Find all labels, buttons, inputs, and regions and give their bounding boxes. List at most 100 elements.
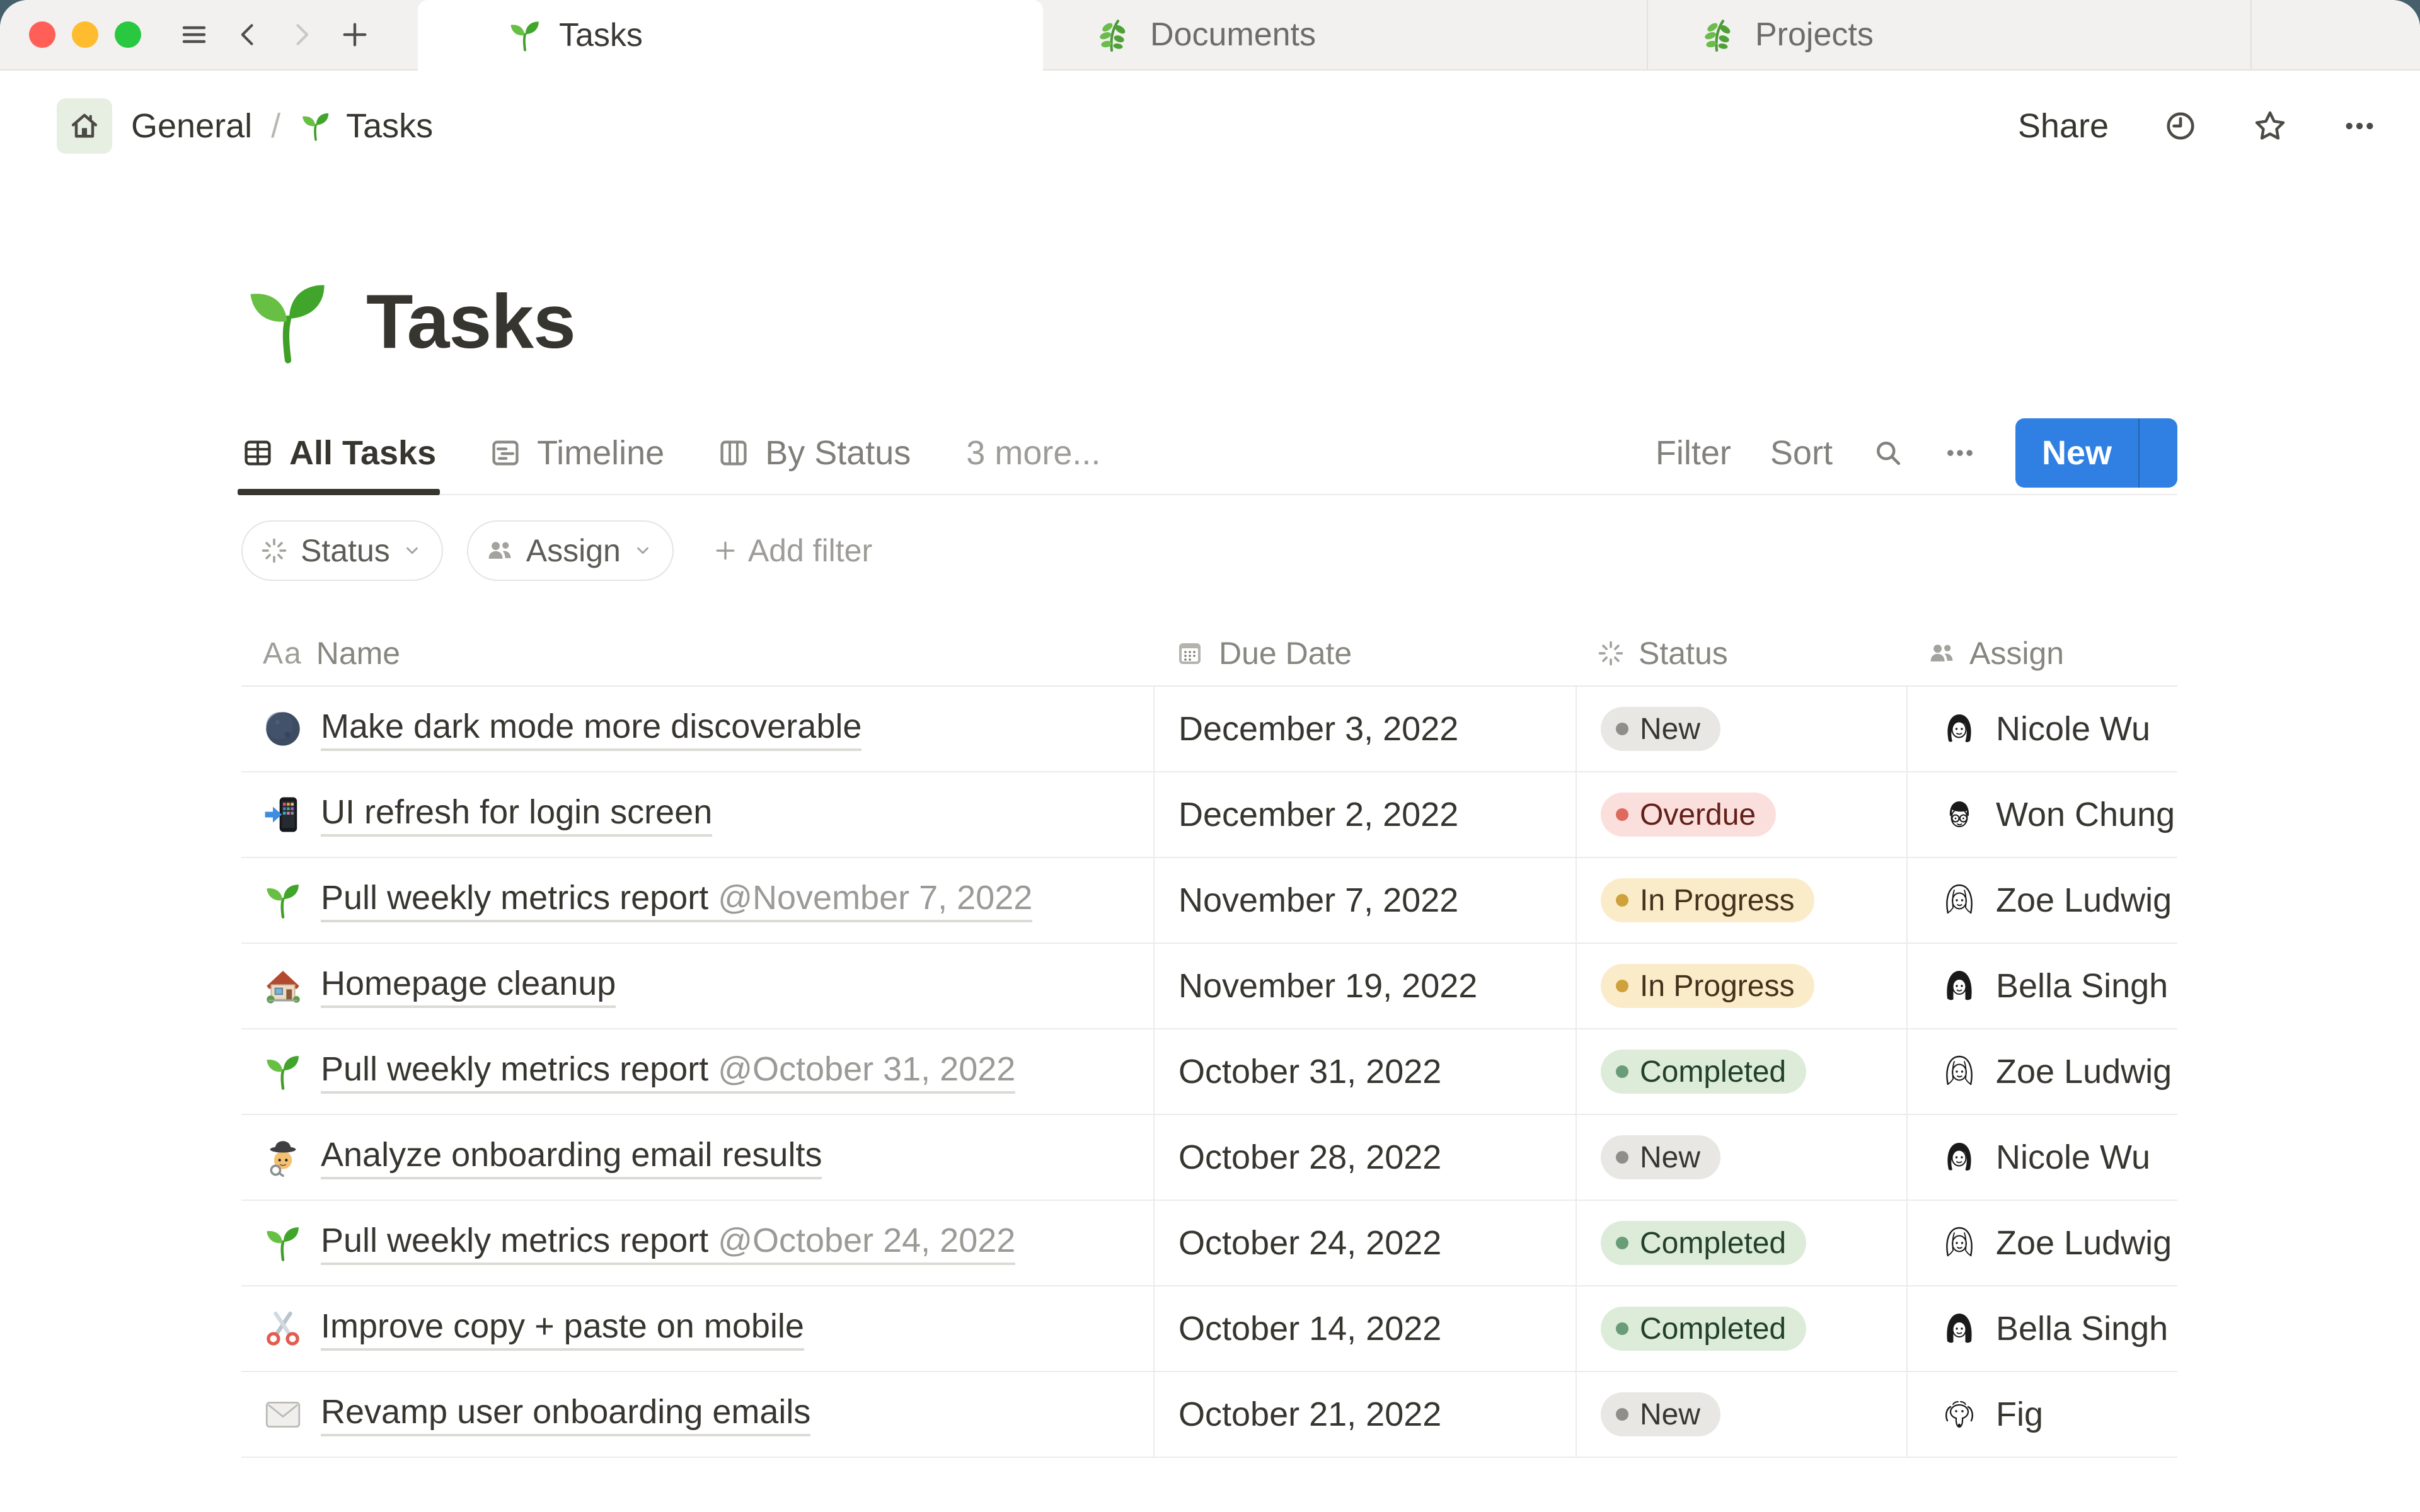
table-row[interactable]: UI refresh for login screen December 2, 2…: [241, 772, 2177, 858]
assignee-cell[interactable]: Zoe Ludwig: [1906, 1201, 2177, 1285]
sidebar-toggle-icon[interactable]: [179, 20, 209, 50]
breadcrumb-item-tasks[interactable]: Tasks: [299, 106, 433, 146]
task-title-link[interactable]: Homepage cleanup: [321, 964, 616, 1008]
assignee-cell[interactable]: Nicole Wu: [1906, 687, 2177, 771]
close-window-button[interactable]: [29, 21, 55, 48]
window-tab-tasks[interactable]: Tasks: [418, 0, 1043, 71]
status-badge[interactable]: New: [1601, 1135, 1721, 1179]
task-title-link[interactable]: Pull weekly metrics report @October 31, …: [321, 1050, 1016, 1094]
status-badge[interactable]: Completed: [1601, 1221, 1807, 1265]
task-name-cell[interactable]: Revamp user onboarding emails: [241, 1372, 1153, 1457]
task-title-link[interactable]: Pull weekly metrics report @November 7, …: [321, 878, 1033, 922]
more-options-icon[interactable]: [2342, 108, 2377, 144]
assignee-cell[interactable]: Fig: [1906, 1372, 2177, 1457]
new-dropdown-caret-icon[interactable]: [2140, 440, 2177, 466]
status-cell[interactable]: In Progress: [1576, 858, 1906, 942]
search-icon[interactable]: [1872, 437, 1904, 469]
table-row[interactable]: Homepage cleanup November 19, 2022 In Prog…: [241, 944, 2177, 1029]
table-row[interactable]: Pull weekly metrics report @October 24, …: [241, 1201, 2177, 1286]
task-name-cell[interactable]: Homepage cleanup: [241, 944, 1153, 1028]
status-badge[interactable]: Completed: [1601, 1050, 1807, 1094]
task-title-link[interactable]: Make dark mode more discoverable: [321, 707, 862, 751]
view-tab-timeline[interactable]: Timeline: [489, 412, 664, 494]
assignee-cell[interactable]: Zoe Ludwig: [1906, 1029, 2177, 1114]
zoe-avatar: [1939, 1223, 1979, 1263]
status-badge[interactable]: New: [1601, 707, 1721, 751]
share-button[interactable]: Share: [2018, 106, 2109, 146]
star-icon[interactable]: [2252, 108, 2288, 144]
due-date-cell[interactable]: December 2, 2022: [1153, 772, 1576, 857]
status-cell[interactable]: New: [1576, 687, 1906, 771]
view-tab-by-status[interactable]: By Status: [717, 412, 911, 494]
due-date-cell[interactable]: October 31, 2022: [1153, 1029, 1576, 1114]
more-views-button[interactable]: 3 more...: [966, 433, 1100, 472]
task-title-link[interactable]: Improve copy + paste on mobile: [321, 1307, 804, 1351]
assignee-cell[interactable]: Bella Singh: [1906, 944, 2177, 1028]
window-tab-projects[interactable]: Projects: [1647, 0, 2250, 69]
due-date-cell[interactable]: October 21, 2022: [1153, 1372, 1576, 1457]
task-name-cell[interactable]: Pull weekly metrics report @October 24, …: [241, 1201, 1153, 1285]
table-row[interactable]: Revamp user onboarding emails October 21,…: [241, 1372, 2177, 1458]
task-name-cell[interactable]: UI refresh for login screen: [241, 772, 1153, 857]
status-cell[interactable]: In Progress: [1576, 944, 1906, 1028]
assign-filter-chip[interactable]: Assign: [466, 520, 674, 581]
add-filter-button[interactable]: Add filter: [714, 532, 872, 569]
task-name-cell[interactable]: Improve copy + paste on mobile: [241, 1286, 1153, 1371]
status-cell[interactable]: New: [1576, 1115, 1906, 1200]
task-title-link[interactable]: UI refresh for login screen: [321, 793, 713, 837]
due-date-cell[interactable]: October 14, 2022: [1153, 1286, 1576, 1371]
page-title[interactable]: Tasks: [366, 277, 576, 365]
due-date-cell[interactable]: November 7, 2022: [1153, 858, 1576, 942]
task-name-cell[interactable]: Pull weekly metrics report @October 31, …: [241, 1029, 1153, 1114]
sort-button[interactable]: Sort: [1770, 433, 1833, 472]
due-date-cell[interactable]: October 28, 2022: [1153, 1115, 1576, 1200]
column-header-status[interactable]: Status: [1576, 621, 1906, 685]
minimize-window-button[interactable]: [72, 21, 98, 48]
fullscreen-window-button[interactable]: [115, 21, 141, 48]
due-date-cell[interactable]: December 3, 2022: [1153, 687, 1576, 771]
table-row[interactable]: Pull weekly metrics report @October 31, …: [241, 1029, 2177, 1115]
status-filter-chip[interactable]: Status: [241, 520, 443, 581]
forward-icon[interactable]: [287, 21, 315, 49]
filter-button[interactable]: Filter: [1656, 433, 1731, 472]
status-cell[interactable]: Completed: [1576, 1029, 1906, 1114]
task-title-link[interactable]: Analyze onboarding email results: [321, 1135, 822, 1179]
column-header-due-date[interactable]: Due Date: [1153, 621, 1576, 685]
task-name-cell[interactable]: Analyze onboarding email results: [241, 1115, 1153, 1200]
due-date-cell[interactable]: October 24, 2022: [1153, 1201, 1576, 1285]
window-tab-documents[interactable]: Documents: [1043, 0, 1647, 69]
table-row[interactable]: Analyze onboarding email results October …: [241, 1115, 2177, 1201]
status-badge[interactable]: In Progress: [1601, 964, 1815, 1008]
view-tab-all-tasks[interactable]: All Tasks: [237, 412, 441, 495]
table-row[interactable]: Make dark mode more discoverable December…: [241, 687, 2177, 772]
home-breadcrumb-button[interactable]: [57, 98, 112, 154]
status-badge[interactable]: New: [1601, 1392, 1721, 1436]
assignee-cell[interactable]: Bella Singh: [1906, 1286, 2177, 1371]
new-button[interactable]: New: [2015, 418, 2177, 488]
assignee-cell[interactable]: Zoe Ludwig: [1906, 858, 2177, 942]
task-title-link[interactable]: Revamp user onboarding emails: [321, 1392, 811, 1436]
table-row[interactable]: Improve copy + paste on mobile October 14…: [241, 1286, 2177, 1372]
page-icon-seedling[interactable]: [241, 275, 335, 368]
status-badge[interactable]: In Progress: [1601, 878, 1815, 922]
status-cell[interactable]: Completed: [1576, 1201, 1906, 1285]
status-badge[interactable]: Overdue: [1601, 793, 1777, 837]
task-name-cell[interactable]: Pull weekly metrics report @November 7, …: [241, 858, 1153, 942]
back-icon[interactable]: [234, 21, 262, 49]
task-name-cell[interactable]: Make dark mode more discoverable: [241, 687, 1153, 771]
status-cell[interactable]: Overdue: [1576, 772, 1906, 857]
clock-icon[interactable]: [2163, 108, 2198, 144]
status-cell[interactable]: Completed: [1576, 1286, 1906, 1371]
table-row[interactable]: Pull weekly metrics report @November 7, …: [241, 858, 2177, 944]
breadcrumb-item-general[interactable]: General: [131, 106, 252, 146]
assignee-cell[interactable]: Won Chung: [1906, 772, 2177, 857]
status-badge[interactable]: Completed: [1601, 1307, 1807, 1351]
column-header-name[interactable]: Aa Name: [241, 621, 1153, 685]
column-header-assign[interactable]: Assign: [1906, 621, 2177, 685]
new-tab-icon[interactable]: [340, 20, 369, 49]
view-options-icon[interactable]: [1944, 437, 1976, 469]
status-cell[interactable]: New: [1576, 1372, 1906, 1457]
due-date-cell[interactable]: November 19, 2022: [1153, 944, 1576, 1028]
task-title-link[interactable]: Pull weekly metrics report @October 24, …: [321, 1221, 1016, 1265]
assignee-cell[interactable]: Nicole Wu: [1906, 1115, 2177, 1200]
